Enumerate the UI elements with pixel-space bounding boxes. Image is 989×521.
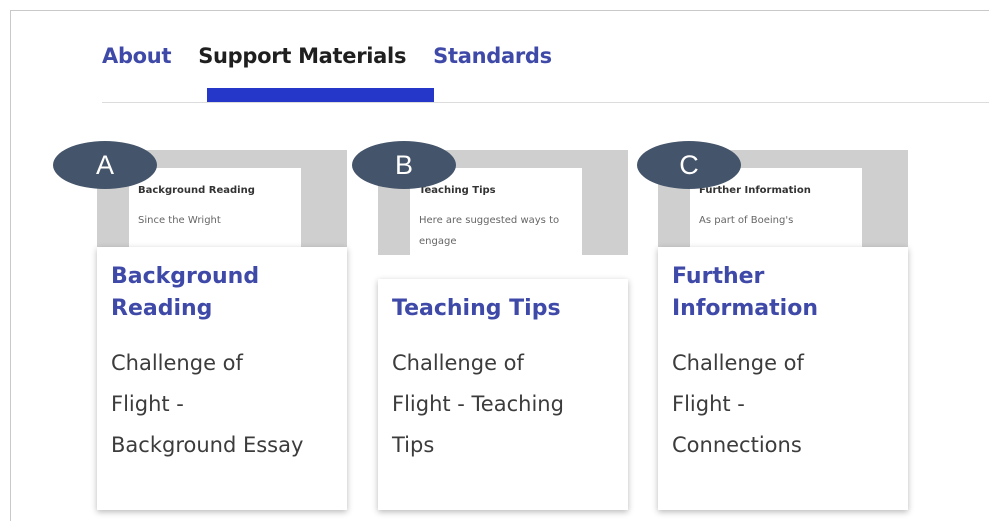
card-description-line: Challenge of <box>672 351 804 375</box>
card-title-line: Further <box>672 264 765 289</box>
card-title-line: Reading <box>111 296 213 321</box>
card-title-link[interactable]: Teaching Tips <box>392 293 614 325</box>
thumbnail-text: Here are suggested ways to engage <box>419 215 560 247</box>
card-background-reading[interactable]: Background Reading Since the Wright Back… <box>97 150 347 510</box>
tab-about[interactable]: About <box>102 44 172 68</box>
card-title-line: Teaching Tips <box>392 296 561 321</box>
card-description-line: Flight - <box>111 392 184 416</box>
card-description: Challenge of Flight - Teaching Tips <box>392 343 614 466</box>
card-description-line: Challenge of <box>111 351 243 375</box>
callout-badge-c: C <box>637 141 741 189</box>
thumbnail-text: Since the Wright <box>138 215 221 226</box>
card-description-line: Tips <box>392 433 435 457</box>
card-description-line: Background Essay <box>111 433 304 457</box>
card-description: Challenge of Flight - Connections <box>672 343 894 466</box>
card-title-link[interactable]: Further Information <box>672 261 894 325</box>
thumbnail-title: Background Reading <box>138 185 255 196</box>
card-description-line: Flight - <box>672 392 745 416</box>
tab-standards[interactable]: Standards <box>433 44 552 68</box>
thumbnail-title: Further Information <box>699 185 811 196</box>
card-body: Further Information Challenge of Flight … <box>658 247 908 510</box>
card-description-line: Connections <box>672 433 802 457</box>
card-body: Teaching Tips Challenge of Flight - Teac… <box>378 279 628 510</box>
card-description-line: Challenge of <box>392 351 524 375</box>
callout-badge-a: A <box>53 141 157 189</box>
active-tab-indicator <box>207 88 434 102</box>
tabs-divider <box>102 102 989 103</box>
thumbnail-text: As part of Boeing's <box>699 215 794 226</box>
card-title-line: Information <box>672 296 818 321</box>
resource-tabs: About Support Materials Standards <box>102 44 579 68</box>
tab-support-materials[interactable]: Support Materials <box>198 44 406 68</box>
card-description-line: Flight - Teaching <box>392 392 564 416</box>
card-title-line: Background <box>111 264 260 289</box>
callout-badge-b: B <box>352 141 456 189</box>
card-description: Challenge of Flight - Background Essay <box>111 343 333 466</box>
card-title-link[interactable]: Background Reading <box>111 261 333 325</box>
card-further-information[interactable]: Further Information As part of Boeing's … <box>658 150 908 510</box>
card-body: Background Reading Challenge of Flight -… <box>97 247 347 510</box>
card-teaching-tips[interactable]: Teaching Tips Here are suggested ways to… <box>378 150 628 510</box>
thumbnail-title: Teaching Tips <box>419 185 496 196</box>
